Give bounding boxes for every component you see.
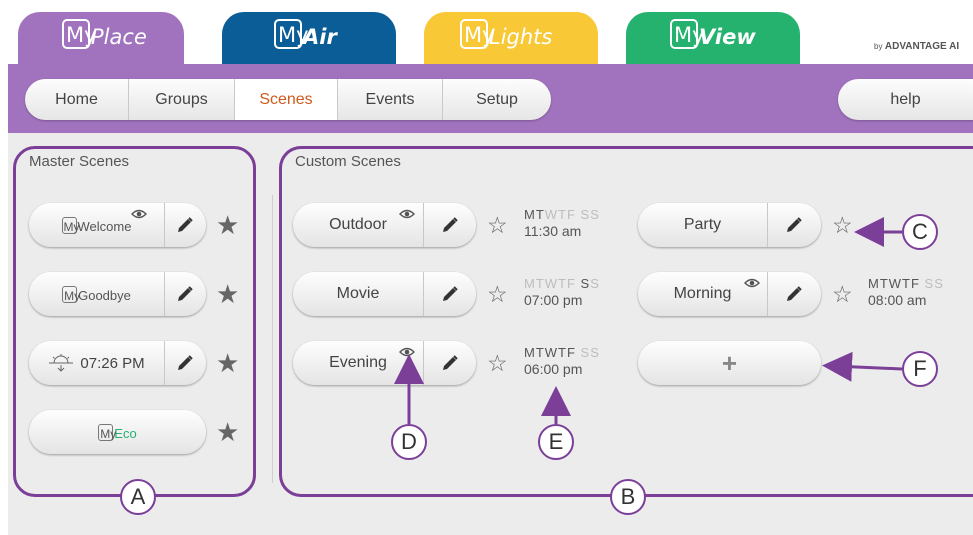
callout-b: B xyxy=(610,479,646,515)
callout-e: E xyxy=(538,424,574,460)
annotation-arrows xyxy=(394,217,903,424)
callout-c: C xyxy=(902,214,938,250)
callout-f: F xyxy=(902,351,938,387)
callout-a: A xyxy=(120,479,156,515)
callout-d: D xyxy=(391,424,427,460)
